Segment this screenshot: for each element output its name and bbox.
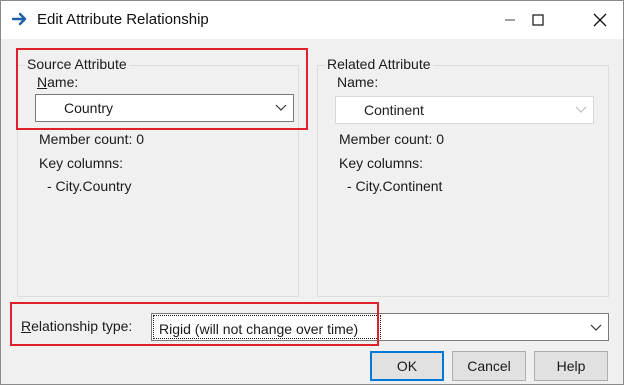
help-button[interactable]: Help (534, 351, 608, 381)
arrow-right-icon (11, 12, 27, 26)
cancel-button[interactable]: Cancel (452, 351, 526, 381)
related-name-label: Name: (337, 74, 379, 90)
source-key-column-item: - City.Country (47, 178, 132, 194)
related-name-dropdown[interactable]: Continent (335, 96, 594, 124)
chevron-down-icon (590, 324, 602, 331)
dialog-window: Edit Attribute Relationship Source Attri… (0, 0, 624, 385)
relationship-highlight-box (10, 302, 379, 346)
source-member-count: Member count: 0 (39, 131, 145, 147)
close-button[interactable] (577, 1, 623, 39)
related-attribute-legend: Related Attribute (325, 56, 433, 72)
title-bar: Edit Attribute Relationship (1, 1, 623, 39)
source-highlight-box (16, 48, 308, 130)
window-title: Edit Attribute Relationship (37, 11, 209, 28)
related-key-columns-label: Key columns: (339, 155, 424, 171)
ok-button[interactable]: OK (370, 351, 444, 381)
close-icon (593, 13, 607, 27)
maximize-button[interactable] (515, 1, 561, 39)
maximize-icon (532, 14, 544, 26)
related-key-column-item: - City.Continent (347, 178, 443, 194)
related-name-value: Continent (364, 102, 424, 118)
source-key-columns-label: Key columns: (39, 155, 124, 171)
related-member-count: Member count: 0 (339, 131, 445, 147)
chevron-down-icon (575, 106, 587, 113)
